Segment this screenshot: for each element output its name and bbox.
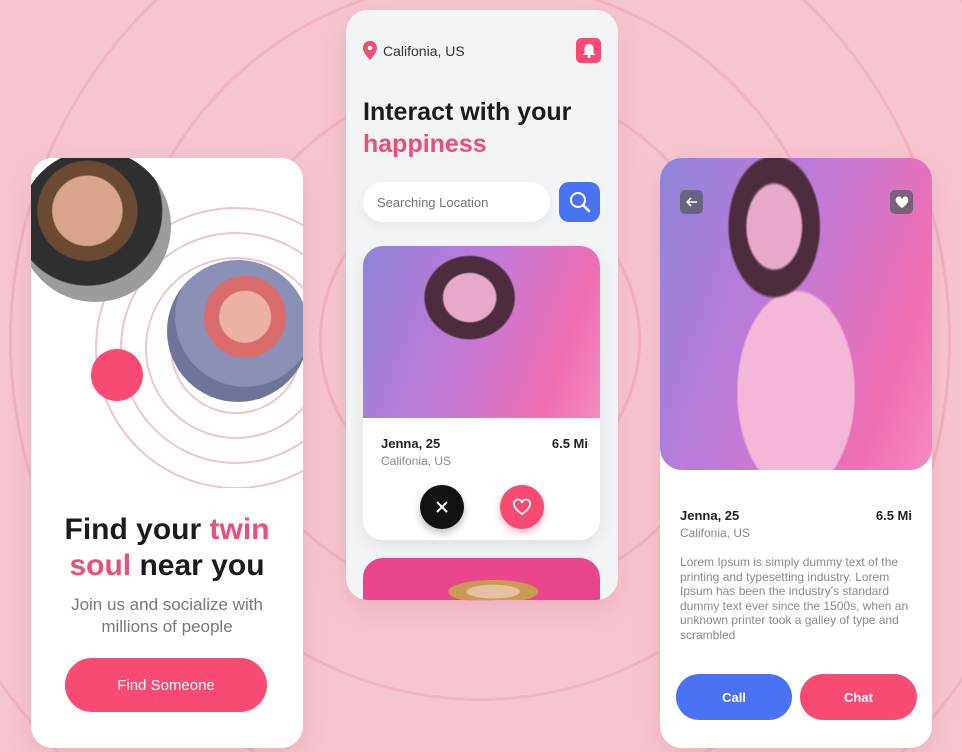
map-pin-icon	[363, 41, 377, 60]
onboarding-title: Find your twin soul near you	[64, 513, 270, 582]
back-button[interactable]	[680, 190, 703, 214]
dislike-button[interactable]	[420, 485, 464, 529]
profile-card[interactable]: Jenna, 25 6.5 Mi Califonia, US	[363, 246, 600, 540]
like-button[interactable]	[500, 485, 544, 529]
notification-button[interactable]	[576, 38, 601, 63]
profile-distance: 6.5 Mi	[551, 436, 588, 451]
woman-avatar	[167, 260, 303, 402]
profile-location: Califonia, US	[680, 526, 751, 540]
find-someone-button[interactable]: Find Someone	[65, 658, 267, 712]
bell-icon	[582, 44, 595, 58]
profile-distance: 6.5 Mi	[875, 508, 912, 523]
onboarding-subtitle: Join us and socialize with millions of pe…	[71, 595, 263, 636]
current-location: Califonia, US	[383, 43, 465, 59]
heart-icon	[895, 196, 908, 208]
search-button[interactable]	[559, 182, 600, 222]
close-icon	[436, 501, 448, 513]
profile-location: Califonia, US	[381, 454, 452, 468]
back-arrow-icon	[685, 197, 697, 207]
search-location-input[interactable]	[363, 182, 550, 222]
profile-photo	[363, 246, 600, 418]
profile-detail-screen: Jenna, 25 6.5 Mi Califonia, US Lorem Ips…	[660, 158, 932, 748]
profile-name: Jenna, 25	[381, 436, 441, 451]
onboarding-screen: Find your twin soul near you Join us and…	[31, 158, 303, 748]
search-icon	[569, 192, 590, 213]
profile-bio: Lorem Ipsum is simply dummy text of the …	[680, 555, 909, 642]
call-button[interactable]: Call	[676, 674, 792, 720]
profile-name: Jenna, 25	[680, 508, 740, 523]
home-title: Interact with your happiness	[363, 98, 572, 158]
favorite-button[interactable]	[890, 190, 913, 214]
chat-button[interactable]: Chat	[800, 674, 917, 720]
pink-dot	[91, 349, 143, 401]
heart-icon	[513, 498, 531, 516]
next-profile-card[interactable]	[363, 558, 600, 600]
home-screen: Califonia, US Interact with your happines…	[346, 10, 618, 600]
